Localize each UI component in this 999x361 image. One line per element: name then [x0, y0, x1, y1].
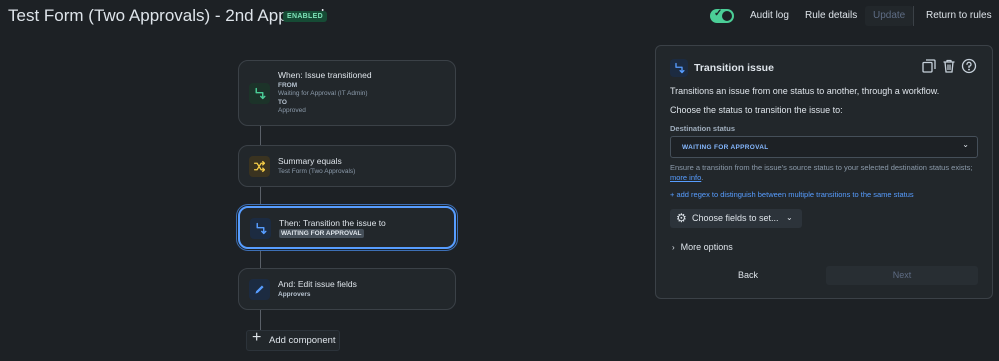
choose-fields-label: Choose fields to set... — [692, 213, 779, 223]
rule-details-button[interactable]: Rule details — [799, 6, 863, 26]
edit-detail: Approvers — [278, 291, 311, 298]
audit-log-button[interactable]: Audit log — [744, 6, 795, 26]
back-button[interactable]: Back — [738, 270, 758, 280]
panel-title: Transition issue — [694, 62, 774, 74]
transition-icon — [250, 218, 271, 239]
to-label: TO — [278, 99, 287, 106]
more-options-label: More options — [680, 242, 733, 252]
choose-status-text: Choose the status to transition the issu… — [670, 105, 843, 115]
duplicate-icon[interactable] — [921, 58, 937, 74]
choose-fields-button[interactable]: ⚙ Choose fields to set... ⌄ — [670, 209, 802, 228]
condition-title: Summary equals — [278, 156, 342, 166]
more-options-toggle[interactable]: › More options — [672, 242, 733, 252]
rule-enabled-toggle[interactable]: ✓ — [710, 8, 734, 23]
chevron-down-icon: ⌄ — [962, 140, 969, 149]
status-badge: ENABLED — [283, 11, 327, 22]
toggle-knob — [722, 11, 732, 21]
destination-status-label: Destination status — [670, 124, 736, 133]
trigger-title: When: Issue transitioned — [278, 70, 372, 80]
action-node[interactable]: Then: Transition the issue to WAITING FO… — [238, 206, 456, 249]
help-icon[interactable] — [961, 58, 977, 74]
next-button[interactable]: Next — [826, 266, 978, 285]
to-value: Approved — [278, 107, 306, 114]
transition-icon — [249, 83, 270, 104]
from-label: FROM — [278, 82, 298, 89]
trash-icon[interactable] — [941, 58, 957, 74]
destination-status-value: WAITING FOR APPROVAL — [682, 144, 769, 151]
panel-description: Transitions an issue from one status to … — [670, 86, 940, 96]
add-component-label: Add component — [269, 335, 336, 346]
page-title: Test Form (Two Approvals) - 2nd Approval — [8, 6, 325, 25]
pencil-icon — [249, 279, 270, 300]
header-divider — [913, 6, 914, 26]
add-regex-link[interactable]: + add regex to distinguish between multi… — [670, 190, 914, 199]
edit-title: And: Edit issue fields — [278, 279, 357, 289]
transition-issue-panel: Transition issue Transitions an issue fr… — [655, 45, 993, 299]
condition-node[interactable]: Summary equals Test Form (Two Approvals) — [238, 145, 456, 187]
condition-detail: Test Form (Two Approvals) — [278, 168, 356, 175]
check-icon: ✓ — [714, 8, 723, 19]
return-to-rules-button[interactable]: Return to rules — [920, 6, 998, 26]
chevron-right-icon: › — [672, 243, 675, 252]
gear-icon: ⚙ — [676, 211, 687, 225]
hint-end: . — [701, 173, 704, 182]
hint-text: Ensure a transition from the issue's sou… — [670, 163, 973, 172]
add-component-button[interactable]: + Add component — [246, 329, 340, 351]
plus-icon: + — [252, 329, 262, 346]
action-status-badge: WAITING FOR APPROVAL — [279, 229, 364, 238]
transition-icon — [670, 59, 688, 77]
action-title: Then: Transition the issue to — [279, 218, 386, 228]
transition-hint: Ensure a transition from the issue's sou… — [670, 163, 976, 183]
update-button[interactable]: Update — [865, 6, 914, 26]
trigger-node[interactable]: When: Issue transitioned FROM Waiting fo… — [238, 60, 456, 126]
destination-status-select[interactable]: WAITING FOR APPROVAL ⌄ — [670, 136, 978, 158]
chevron-down-icon: ⌄ — [786, 213, 793, 222]
from-value: Waiting for Approval (IT Admin) — [278, 90, 368, 97]
shuffle-icon — [249, 156, 270, 177]
more-info-link[interactable]: more info — [670, 173, 701, 182]
edit-node[interactable]: And: Edit issue fields Approvers — [238, 268, 456, 310]
